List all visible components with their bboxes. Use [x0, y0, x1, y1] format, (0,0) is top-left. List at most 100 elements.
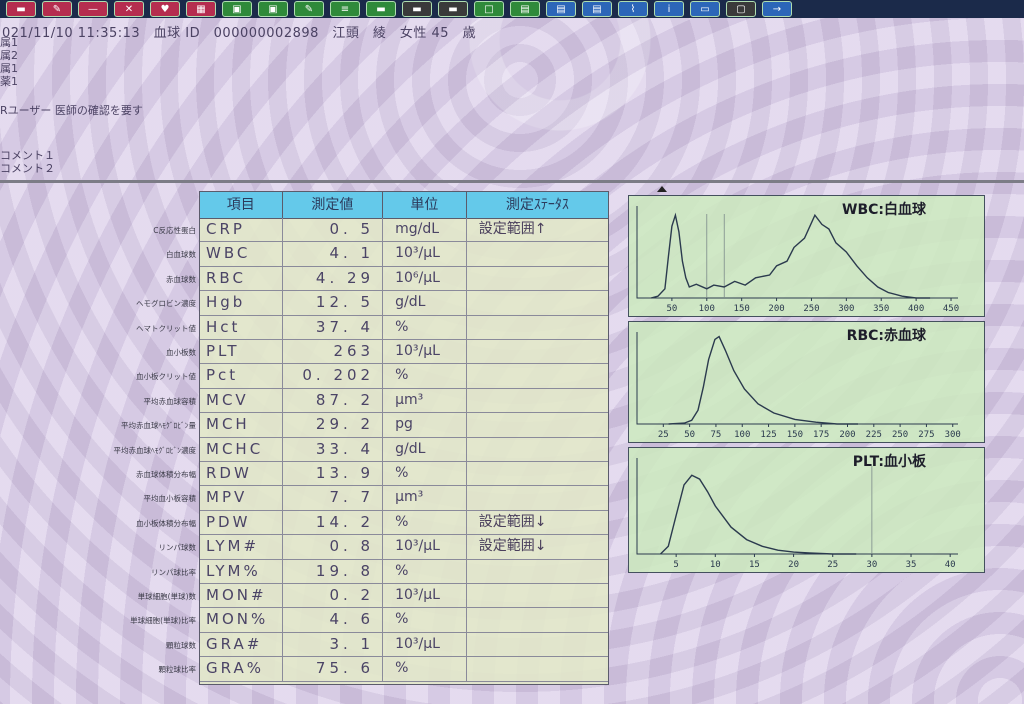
header-unit[interactable]: 単位: [383, 192, 467, 218]
histogram-svg: 5 10 15 20 25 30 35 40: [636, 458, 958, 570]
photo-icon: ▣: [232, 3, 242, 15]
cell-item: LYM#: [200, 535, 283, 559]
toolbar-button-12[interactable]: ▬: [438, 1, 468, 17]
table-row[interactable]: GRA# 3. 1 10³/μL: [200, 632, 608, 658]
header-item[interactable]: 項目: [200, 192, 283, 218]
histogram-title: WBC:白血球: [842, 202, 926, 218]
row-label: 血小板クリット値: [136, 372, 196, 382]
toolbar-button-0[interactable]: ▬: [6, 1, 36, 17]
tick-label: 275: [918, 430, 934, 440]
cell-item: PLT: [200, 340, 283, 364]
table-row[interactable]: WBC 4. 1 10³/μL: [200, 242, 608, 267]
row-label: 顆粒球比率: [158, 665, 197, 675]
table-row[interactable]: MON# 0. 2 10³/μL: [200, 584, 608, 609]
toolbar-button-14[interactable]: ▤: [510, 1, 540, 17]
heart-icon: ♥: [160, 3, 170, 15]
cell-value: 33. 4: [283, 437, 384, 461]
table-row[interactable]: RBC 4. 29 10⁶/μL: [200, 266, 608, 292]
bar-icon: ▬: [412, 3, 422, 15]
row-label: 平均赤血球容積: [143, 396, 197, 406]
toolbar-button-1[interactable]: ✎: [42, 1, 72, 17]
toolbar-button-18[interactable]: i: [654, 1, 684, 17]
table-row[interactable]: MCV 87. 2 μm³: [200, 388, 608, 414]
pen-icon: ✎: [52, 3, 62, 15]
table-row[interactable]: Hgb 12. 5 g/dL: [200, 291, 608, 316]
cell-item: CRP: [200, 218, 283, 242]
toolbar-button-10[interactable]: ▬: [366, 1, 396, 17]
grid-icon: ▦: [196, 3, 206, 15]
header-value[interactable]: 測定値: [283, 192, 384, 218]
cell-value: 14. 2: [283, 510, 384, 535]
tick-label: 100: [734, 430, 750, 440]
toolbar-button-15[interactable]: ▤: [546, 1, 576, 17]
table-row[interactable]: MON% 4. 6%: [200, 608, 608, 633]
toolbar-button-4[interactable]: ♥: [150, 1, 180, 17]
cell-item: WBC: [200, 242, 283, 266]
toolbar-button-8[interactable]: ✎: [294, 1, 324, 17]
tick-label: 75: [711, 430, 722, 440]
cell-unit: %: [383, 510, 467, 535]
toolbar-button-7[interactable]: ▣: [258, 1, 288, 17]
table-row[interactable]: MCH 29. 2 pg: [200, 413, 608, 438]
toolbar-button-20[interactable]: ▢: [726, 1, 756, 17]
toolbar-button-17[interactable]: ⌇: [618, 1, 648, 17]
cell-item: MPV: [200, 486, 283, 510]
axis-line: [636, 206, 958, 299]
toolbar-button-3[interactable]: ✕: [114, 1, 144, 17]
table-row[interactable]: Pct 0. 202%: [200, 364, 608, 389]
toolbar-button-16[interactable]: ▤: [582, 1, 612, 17]
row-label: 平均赤血球ﾍﾓｸﾞﾛﾋﾞﾝ濃度: [113, 445, 197, 455]
header-status[interactable]: 測定ｽﾃｰﾀｽ: [467, 192, 608, 218]
table-row[interactable]: PDW 14. 2% 設定範囲↓: [200, 510, 608, 536]
table-row[interactable]: PLT 263 10³/μL: [200, 340, 608, 365]
cell-value: 0. 202: [283, 364, 384, 388]
cell-item: MON%: [200, 608, 283, 632]
cell-status: [467, 340, 608, 363]
toolbar-button-6[interactable]: ▣: [222, 1, 252, 17]
tick-label: 200: [768, 304, 784, 314]
tick-label: 20: [788, 560, 799, 570]
red-toolbar-icon: ▬: [16, 3, 26, 15]
toolbar-button-11[interactable]: ▬: [402, 1, 432, 17]
tick-label: 100: [699, 304, 715, 314]
table-row[interactable]: MPV 7. 7 μm³: [200, 486, 608, 511]
row-label: 赤血球数: [166, 274, 196, 284]
toolbar-button-19[interactable]: ▭: [690, 1, 720, 17]
table-row[interactable]: GRA% 75. 6%: [200, 657, 608, 682]
results-table: 項目 測定値 単位 測定ｽﾃｰﾀｽ CRP 0. 5 mg/dL 設定範囲↑ WBC 4.…: [199, 191, 609, 685]
toolbar-button-5[interactable]: ▦: [186, 1, 216, 17]
cell-item: GRA%: [200, 657, 283, 681]
cell-status: [467, 486, 608, 509]
tick-label: 250: [803, 304, 819, 314]
row-label: 白血球数: [166, 250, 196, 260]
tick-label: 200: [839, 430, 855, 440]
tick-label: 15: [749, 560, 760, 570]
table-row[interactable]: LYM# 0. 8 10³/μL 設定範囲↓: [200, 535, 608, 560]
cell-value: 29. 2: [283, 413, 384, 437]
square-icon: □: [484, 3, 494, 15]
table-row[interactable]: RDW 13. 9%: [200, 462, 608, 487]
cell-status: [467, 438, 608, 461]
table-header: 項目 測定値 単位 測定ｽﾃｰﾀｽ: [200, 192, 608, 219]
toolbar-button-13[interactable]: □: [474, 1, 504, 17]
cell-value: 0. 2: [283, 584, 384, 608]
histogram-svg: 50 100 150 200 250 300 350 400 450: [636, 206, 959, 314]
toolbar-button-2[interactable]: —: [78, 1, 108, 17]
tick-label: 25: [827, 560, 838, 570]
monitor-icon: ▭: [700, 3, 710, 15]
cell-unit: %: [383, 608, 467, 632]
table-row[interactable]: LYM% 19. 8%: [200, 559, 608, 584]
cell-item: RDW: [200, 462, 283, 486]
row-label: 顆粒球数: [166, 640, 196, 650]
table-row[interactable]: CRP 0. 5 mg/dL 設定範囲↑: [200, 218, 608, 243]
toolbar-button-9[interactable]: ≡: [330, 1, 360, 17]
splitter[interactable]: [0, 180, 1024, 183]
toolbar-button-21[interactable]: →: [762, 1, 792, 17]
table-row[interactable]: Hct 37. 4%: [200, 315, 608, 340]
distribution-curve: [650, 212, 931, 299]
tick-label: 150: [734, 304, 750, 314]
table-row[interactable]: MCHC 33. 4 g/dL: [200, 437, 608, 462]
photo-icon: ▣: [268, 3, 278, 15]
splitter-marker-icon: [657, 186, 667, 192]
cell-status: [467, 291, 608, 314]
